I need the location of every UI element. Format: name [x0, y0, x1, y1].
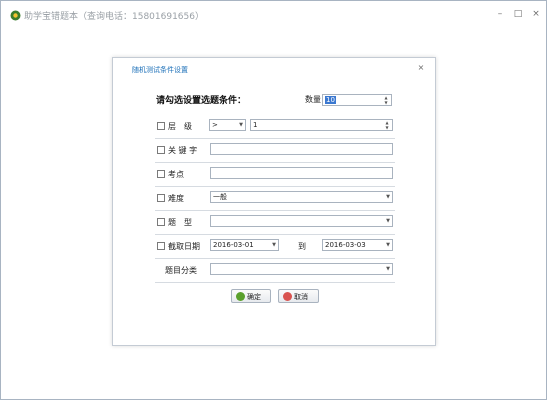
- keyword-input[interactable]: [210, 143, 393, 155]
- ok-button-label: 确定: [247, 293, 261, 301]
- main-window: 助学宝错题本（查询电话：15801691656） – □ × 随机测试条件设置 …: [0, 0, 547, 400]
- maximize-button[interactable]: □: [510, 7, 526, 21]
- row-exam-point: 考点: [155, 167, 395, 187]
- difficulty-select[interactable]: 一般 ▼: [210, 191, 393, 203]
- chevron-down-icon: ▼: [386, 266, 390, 272]
- row-difficulty: 难度 一般 ▼: [155, 191, 395, 211]
- chevron-down-icon: ▼: [239, 122, 243, 128]
- quantity-value: 10: [325, 96, 336, 104]
- cancel-button[interactable]: 取消: [278, 289, 319, 303]
- divider: [155, 210, 395, 211]
- level-stepper[interactable]: 1 ▲ ▼: [250, 119, 393, 131]
- level-label: 层 级: [168, 122, 192, 131]
- quantity-stepper[interactable]: 10 ▲ ▼: [322, 94, 392, 106]
- date-checkbox[interactable]: [157, 242, 165, 250]
- title-bar: 助学宝错题本（查询电话：15801691656） – □ ×: [1, 1, 546, 29]
- date-from-picker[interactable]: 2016-03-01 ▼: [210, 239, 279, 251]
- minimize-button[interactable]: –: [492, 7, 508, 21]
- exam-point-checkbox[interactable]: [157, 170, 165, 178]
- exam-point-input[interactable]: [210, 167, 393, 179]
- ok-button[interactable]: 确定: [231, 289, 271, 303]
- divider: [155, 186, 395, 187]
- row-category: 题目分类 ▼: [155, 263, 395, 283]
- category-label: 题目分类: [165, 266, 197, 275]
- quantity-label: 数量: [305, 95, 321, 104]
- random-test-dialog: 随机测试条件设置 × 请勾选设置选题条件： 数量 10 ▲ ▼ 层 级 > ▼ 1…: [112, 57, 436, 346]
- category-select[interactable]: ▼: [210, 263, 393, 275]
- date-to-picker[interactable]: 2016-03-03 ▼: [322, 239, 393, 251]
- level-operator-value: >: [212, 121, 218, 129]
- divider: [155, 138, 395, 139]
- row-keyword: 关 键 字: [155, 143, 395, 163]
- date-to-value: 2016-03-03: [325, 241, 366, 249]
- divider: [155, 282, 395, 283]
- spin-arrows-icon[interactable]: ▲ ▼: [383, 95, 389, 105]
- question-type-checkbox[interactable]: [157, 218, 165, 226]
- question-type-select[interactable]: ▼: [210, 215, 393, 227]
- level-value: 1: [253, 121, 258, 129]
- row-date: 截取日期 2016-03-01 ▼ 到 2016-03-03 ▼: [155, 239, 395, 259]
- close-window-button[interactable]: ×: [528, 7, 544, 21]
- spin-arrows-icon[interactable]: ▲ ▼: [384, 120, 390, 130]
- dialog-title: 随机测试条件设置: [132, 66, 188, 74]
- chevron-down-icon: ▼: [386, 194, 390, 200]
- keyword-checkbox[interactable]: [157, 146, 165, 154]
- level-operator-select[interactable]: > ▼: [209, 119, 246, 131]
- cancel-circle-icon: [283, 292, 292, 301]
- question-type-label: 题 型: [168, 218, 192, 227]
- date-to-label: 到: [298, 242, 306, 251]
- difficulty-checkbox[interactable]: [157, 194, 165, 202]
- cancel-button-label: 取消: [294, 293, 308, 301]
- chevron-down-icon: ▼: [386, 218, 390, 224]
- exam-point-label: 考点: [168, 170, 184, 179]
- row-question-type: 题 型 ▼: [155, 215, 395, 235]
- divider: [155, 258, 395, 259]
- dialog-close-button[interactable]: ×: [416, 63, 426, 73]
- divider: [155, 234, 395, 235]
- app-logo-icon: [10, 10, 21, 21]
- date-label: 截取日期: [168, 242, 200, 251]
- difficulty-value: 一般: [213, 193, 227, 201]
- difficulty-label: 难度: [168, 194, 184, 203]
- chevron-down-icon: ▼: [272, 242, 276, 248]
- row-level: 层 级 > ▼ 1 ▲ ▼: [155, 119, 395, 139]
- check-circle-icon: [236, 292, 245, 301]
- date-from-value: 2016-03-01: [213, 241, 254, 249]
- chevron-down-icon: ▼: [386, 242, 390, 248]
- level-checkbox[interactable]: [157, 122, 165, 130]
- app-title: 助学宝错题本（查询电话：15801691656）: [24, 12, 204, 22]
- divider: [155, 162, 395, 163]
- keyword-label: 关 键 字: [168, 146, 198, 155]
- condition-heading: 请勾选设置选题条件：: [156, 96, 247, 106]
